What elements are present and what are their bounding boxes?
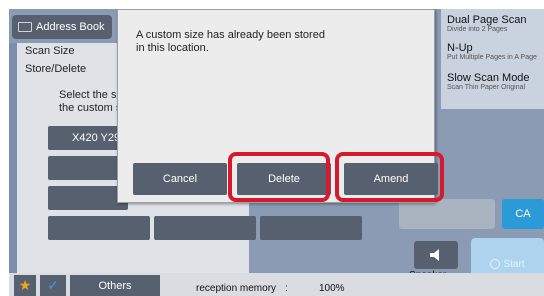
check-icon: ✓ [47, 277, 59, 293]
amend-highlight [335, 152, 444, 202]
select-instruction-line2: the custom s [59, 102, 122, 114]
cancel-button[interactable]: Cancel [133, 163, 227, 195]
dialog-message: A custom size has already been stored in… [136, 29, 376, 55]
custom-size-button-3[interactable] [48, 186, 128, 210]
reception-memory-value: 100% [319, 283, 345, 294]
menu-item-title: Dual Page Scan [447, 14, 527, 26]
store-delete-label: Store/Delete [25, 63, 87, 75]
custom-size-button-4[interactable] [48, 216, 150, 240]
menu-item-subtitle: Divide into 2 Pages [447, 26, 508, 33]
menu-item-slow-scan-mode[interactable]: Slow Scan Mode Scan Thin Paper Original [447, 72, 530, 91]
ca-button[interactable]: CA [502, 199, 544, 229]
scan-size-label: Scan Size [25, 45, 75, 57]
menu-item-dual-page-scan[interactable]: Dual Page Scan Divide into 2 Pages [447, 14, 527, 33]
delete-highlight [228, 152, 330, 202]
address-book-label: Address Book [36, 21, 105, 33]
check-button[interactable]: ✓ [40, 275, 66, 296]
menu-item-subtitle: Put Multiple Pages in A Page [447, 54, 537, 61]
reception-memory-colon: : [285, 283, 288, 294]
menu-item-title: N-Up [447, 42, 473, 54]
dialog-message-line2: in this location. [136, 42, 209, 54]
menu-item-subtitle: Scan Thin Paper Original [447, 84, 526, 91]
star-icon: ★ [18, 277, 32, 293]
screen: Address Book Scan Size Store/Delete Sele… [9, 9, 544, 296]
disabled-button[interactable] [399, 199, 495, 229]
favorites-button[interactable]: ★ [14, 275, 36, 296]
select-instruction: Select the s the custom s [59, 89, 121, 115]
start-icon [490, 259, 501, 269]
custom-size-button-5[interactable] [154, 216, 256, 240]
custom-size-button-6[interactable] [260, 216, 362, 240]
address-book-button[interactable]: Address Book [12, 15, 112, 39]
others-button[interactable]: Others [70, 275, 160, 296]
custom-size-button-2[interactable] [48, 156, 128, 180]
panel-edge [9, 43, 17, 278]
speaker-icon [430, 249, 439, 261]
reception-memory-label: reception memory [196, 283, 277, 294]
start-label: Start [503, 258, 525, 270]
address-book-icon [18, 22, 32, 32]
menu-item-title: Slow Scan Mode [447, 72, 530, 84]
select-instruction-line1: Select the s [59, 89, 117, 101]
speaker-button[interactable] [414, 241, 458, 269]
dialog-message-line1: A custom size has already been stored [136, 29, 325, 41]
menu-item-n-up[interactable]: N-Up Put Multiple Pages in A Page [447, 42, 537, 61]
custom-size-button-1[interactable]: X420 Y29 [48, 126, 128, 150]
